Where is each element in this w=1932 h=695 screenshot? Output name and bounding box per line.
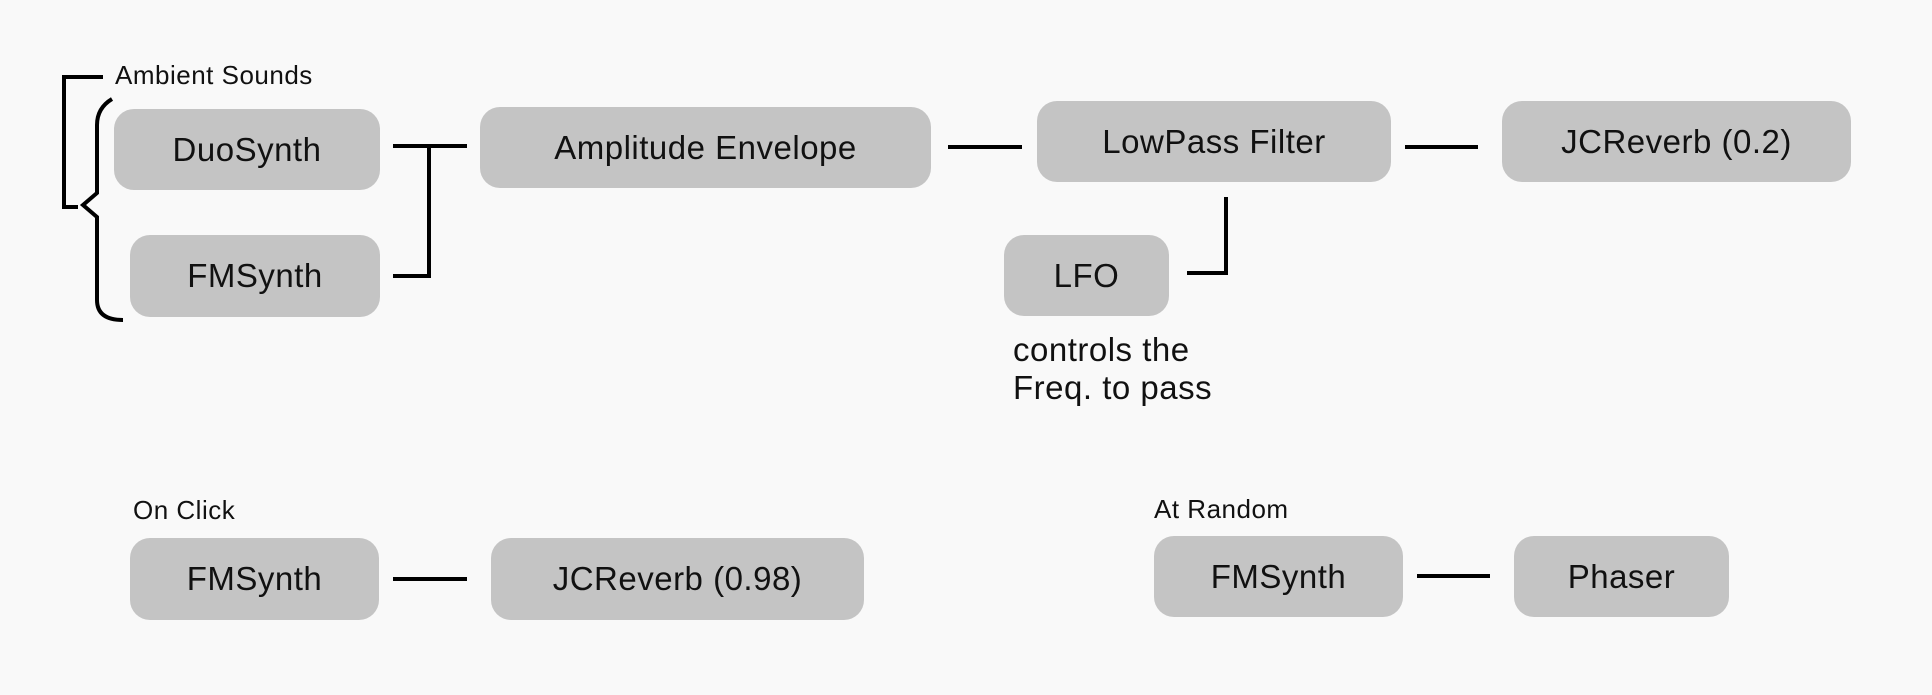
node-fmsynth-random[interactable]: FMSynth: [1154, 536, 1403, 617]
node-lowpass-filter[interactable]: LowPass Filter: [1037, 101, 1391, 182]
node-jcreverb-098[interactable]: JCReverb (0.98): [491, 538, 864, 620]
node-lfo-label: LFO: [1053, 256, 1120, 294]
edge-lfo-to-lowpass: [1187, 197, 1228, 275]
node-duosynth-label: DuoSynth: [172, 130, 322, 168]
group-square-bracket: [62, 75, 103, 209]
node-amplitude-envelope-label: Amplitude Envelope: [554, 128, 857, 166]
lfo-annotation-line-1: controls the: [1013, 331, 1190, 368]
node-jcreverb-098-label: JCReverb (0.98): [552, 560, 803, 597]
group-label-on-click: On Click: [133, 495, 236, 525]
node-jcreverb-02-label: JCReverb (0.2): [1561, 122, 1792, 160]
node-fmsynth-label: FMSynth: [187, 257, 323, 294]
lfo-annotation: controls the Freq. to pass: [1013, 331, 1212, 407]
node-duosynth[interactable]: DuoSynth: [114, 109, 380, 190]
node-fmsynth-label: FMSynth: [1210, 557, 1347, 595]
lfo-annotation-line-2: Freq. to pass: [1013, 369, 1213, 406]
node-amplitude-envelope[interactable]: Amplitude Envelope: [480, 107, 931, 188]
node-lowpass-filter-label: LowPass Filter: [1102, 122, 1326, 160]
node-lfo[interactable]: LFO: [1004, 235, 1169, 316]
node-phaser-label: Phaser: [1567, 557, 1676, 595]
node-fmsynth-ambient[interactable]: FMSynth: [130, 235, 380, 317]
group-label-at-random: At Random: [1154, 494, 1289, 524]
node-jcreverb-02[interactable]: JCReverb (0.2): [1502, 101, 1851, 182]
edge-fmsynth-to-amp-envelope: [393, 146, 431, 278]
group-label-ambient-sounds: Ambient Sounds: [115, 60, 313, 90]
node-phaser[interactable]: Phaser: [1514, 536, 1729, 617]
node-fmsynth-onclick[interactable]: FMSynth: [130, 538, 379, 620]
node-fmsynth-label: FMSynth: [186, 560, 323, 597]
